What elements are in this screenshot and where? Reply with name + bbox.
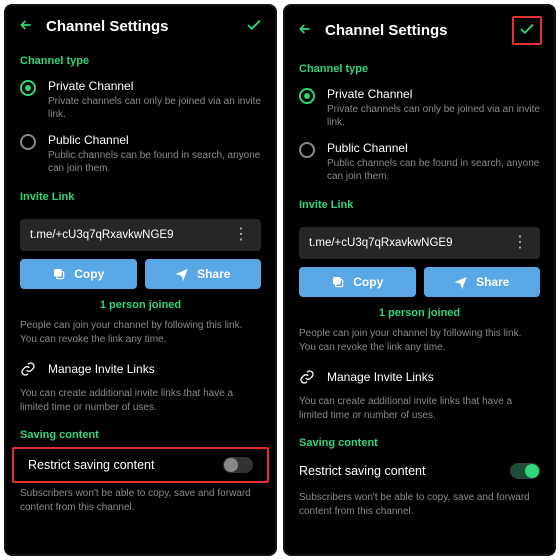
confirm-icon-highlighted[interactable] [512, 16, 542, 45]
phone-left: Channel Settings Channel type Private Ch… [4, 4, 277, 556]
restrict-saving-row[interactable]: Restrict saving content [14, 449, 267, 481]
share-button[interactable]: Share [424, 267, 541, 297]
back-icon[interactable] [297, 21, 313, 40]
restrict-label: Restrict saving content [28, 458, 154, 472]
public-desc: Public channels can be found in search, … [48, 149, 261, 175]
back-icon[interactable] [18, 17, 34, 36]
private-label: Private Channel [327, 87, 540, 101]
phone-right: Channel Settings Channel type Private Ch… [283, 4, 556, 556]
manage-label: Manage Invite Links [48, 362, 155, 376]
link-icon [299, 369, 315, 385]
option-public-channel[interactable]: Public Channel Public channels can be fo… [285, 135, 554, 189]
saving-content-heading: Saving content [285, 431, 554, 455]
radio-selected-icon [20, 80, 36, 96]
copy-icon [52, 267, 66, 281]
joined-count[interactable]: 1 person joined [285, 297, 554, 323]
restrict-saving-row[interactable]: Restrict saving content [285, 455, 554, 487]
channel-type-heading: Channel type [6, 49, 275, 73]
public-label: Public Channel [48, 133, 261, 147]
saving-content-heading: Saving content [6, 423, 275, 447]
share-label: Share [476, 275, 509, 289]
invite-link-text: t.me/+cU3q7qRxavkwNGE9 [30, 229, 229, 241]
copy-icon [331, 275, 345, 289]
invite-link-field[interactable]: t.me/+cU3q7qRxavkwNGE9 ⋮ [299, 227, 540, 259]
share-icon [454, 275, 468, 289]
invite-follow-text: People can join your channel by followin… [6, 315, 275, 355]
option-public-channel[interactable]: Public Channel Public channels can be fo… [6, 127, 275, 181]
header: Channel Settings [6, 6, 275, 49]
manage-desc: You can create additional invite links t… [285, 391, 554, 431]
private-label: Private Channel [48, 79, 261, 93]
share-icon [175, 267, 189, 281]
toggle-off[interactable] [223, 457, 253, 473]
copy-button[interactable]: Copy [299, 267, 416, 297]
radio-unselected-icon [20, 134, 36, 150]
page-title: Channel Settings [46, 18, 233, 35]
restrict-label: Restrict saving content [299, 464, 425, 478]
option-private-channel[interactable]: Private Channel Private channels can onl… [6, 73, 275, 127]
radio-selected-icon [299, 88, 315, 104]
copy-button[interactable]: Copy [20, 259, 137, 289]
joined-count[interactable]: 1 person joined [6, 289, 275, 315]
link-icon [20, 361, 36, 377]
invite-link-heading: Invite Link [285, 193, 554, 217]
option-private-channel[interactable]: Private Channel Private channels can onl… [285, 81, 554, 135]
copy-label: Copy [353, 275, 383, 289]
manage-label: Manage Invite Links [327, 370, 434, 384]
radio-unselected-icon [299, 142, 315, 158]
saving-desc: Subscribers won't be able to copy, save … [285, 487, 554, 527]
public-label: Public Channel [327, 141, 540, 155]
confirm-icon[interactable] [245, 16, 263, 37]
highlight-restrict-row: Restrict saving content [12, 447, 269, 483]
private-desc: Private channels can only be joined via … [327, 103, 540, 129]
toggle-on[interactable] [510, 463, 540, 479]
channel-type-heading: Channel type [285, 57, 554, 81]
manage-invite-links[interactable]: Manage Invite Links [6, 355, 275, 383]
manage-desc: You can create additional invite links t… [6, 383, 275, 423]
page-title: Channel Settings [325, 22, 500, 39]
share-label: Share [197, 267, 230, 281]
invite-follow-text: People can join your channel by followin… [285, 323, 554, 363]
saving-desc: Subscribers won't be able to copy, save … [6, 483, 275, 523]
invite-link-field[interactable]: t.me/+cU3q7qRxavkwNGE9 ⋮ [20, 219, 261, 251]
public-desc: Public channels can be found in search, … [327, 157, 540, 183]
manage-invite-links[interactable]: Manage Invite Links [285, 363, 554, 391]
copy-label: Copy [74, 267, 104, 281]
private-desc: Private channels can only be joined via … [48, 95, 261, 121]
invite-link-text: t.me/+cU3q7qRxavkwNGE9 [309, 237, 508, 249]
share-button[interactable]: Share [145, 259, 262, 289]
header: Channel Settings [285, 6, 554, 57]
invite-link-heading: Invite Link [6, 185, 275, 209]
